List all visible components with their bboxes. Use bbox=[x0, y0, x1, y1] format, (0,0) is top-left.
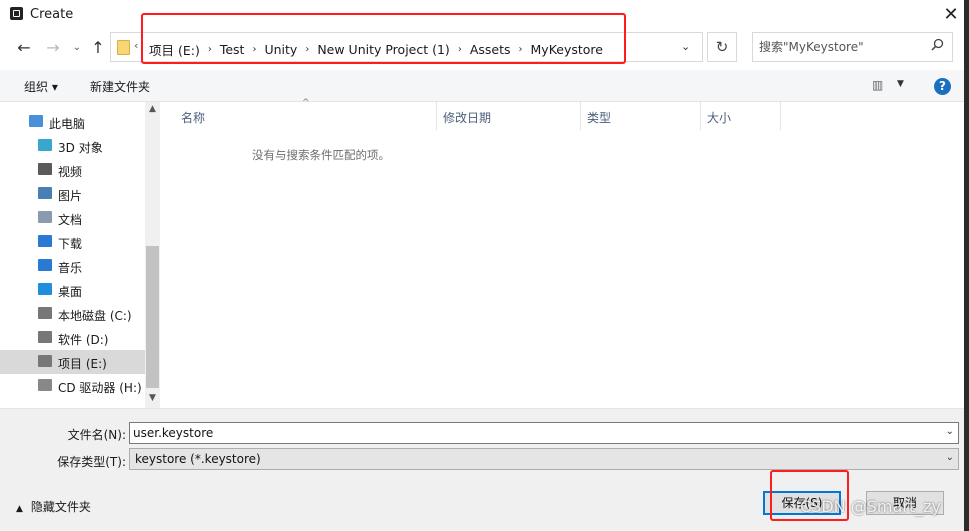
chevron-down-icon[interactable]: ⌄ bbox=[946, 426, 954, 437]
scrollbar-thumb[interactable] bbox=[146, 246, 159, 388]
up-arrow-icon[interactable]: ↑ bbox=[87, 36, 109, 60]
sidebar-item[interactable]: 图片 bbox=[0, 182, 145, 206]
filename-combobox[interactable]: ⌄ bbox=[129, 422, 959, 444]
recent-locations-chevron-icon[interactable]: ⌄ bbox=[66, 36, 88, 60]
sidebar-item[interactable]: 文档 bbox=[0, 206, 145, 230]
file-list[interactable]: 名称 修改日期 类型 大小 没有与搜索条件匹配的项。 bbox=[161, 102, 964, 408]
sidebar-item-label: 文档 bbox=[58, 213, 83, 227]
drive-c-icon bbox=[38, 307, 52, 319]
unity-app-icon bbox=[10, 7, 23, 20]
sidebar-item-label: 音乐 bbox=[58, 261, 83, 275]
close-icon[interactable]: ✕ bbox=[938, 2, 964, 28]
filetype-value: keystore (*.keystore) bbox=[135, 452, 261, 466]
save-file-dialog: Create ✕ ← → ⌄ ↑ ‹ 项目 (E:) › Test › Unity › Ne… bbox=[0, 0, 964, 531]
sidebar-item-label: 本地磁盘 (C:) bbox=[58, 309, 132, 323]
chevron-down-icon[interactable]: ⌄ bbox=[681, 40, 690, 53]
chevron-left-icon[interactable]: ‹ bbox=[134, 39, 138, 52]
sort-ascending-icon: ^ bbox=[302, 98, 310, 108]
sidebar-item-label: CD 驱动器 (H:) bbox=[58, 381, 142, 395]
filetype-select[interactable]: keystore (*.keystore) ⌄ bbox=[129, 448, 959, 470]
scroll-up-icon[interactable]: ▲ bbox=[145, 104, 160, 118]
column-header-date[interactable]: 修改日期 bbox=[437, 102, 581, 130]
caret-up-icon: ▲ bbox=[16, 504, 23, 514]
sidebar-item-label: 视频 bbox=[58, 165, 83, 179]
sidebar-item-label: 此电脑 bbox=[49, 117, 86, 131]
search-input[interactable] bbox=[759, 38, 924, 56]
filetype-label: 保存类型(T): bbox=[57, 455, 126, 469]
computer-icon bbox=[29, 115, 43, 127]
window-title: Create bbox=[30, 7, 74, 22]
empty-list-message: 没有与搜索条件匹配的项。 bbox=[252, 148, 390, 162]
sidebar-item[interactable]: 项目 (E:) bbox=[0, 350, 145, 374]
music-icon bbox=[38, 259, 52, 271]
filename-label: 文件名(N): bbox=[67, 428, 126, 442]
sidebar-item-label: 软件 (D:) bbox=[58, 333, 109, 347]
hide-folders-toggle[interactable]: ▲ 隐藏文件夹 bbox=[16, 498, 91, 515]
search-box[interactable] bbox=[752, 32, 953, 62]
command-toolbar: 组织 ▾ 新建文件夹 ▥ ▼ ? bbox=[0, 70, 964, 102]
picture-icon bbox=[38, 187, 52, 199]
sidebar-item[interactable]: 软件 (D:) bbox=[0, 326, 145, 350]
hide-folders-label: 隐藏文件夹 bbox=[30, 500, 91, 514]
sidebar-item[interactable]: 下载 bbox=[0, 230, 145, 254]
film-icon bbox=[38, 163, 52, 175]
back-arrow-icon[interactable]: ← bbox=[13, 36, 35, 60]
sidebar-item-label: 项目 (E:) bbox=[58, 357, 107, 371]
drive-icon bbox=[38, 331, 52, 343]
cd-drive-icon bbox=[38, 379, 52, 391]
search-icon[interactable] bbox=[931, 38, 944, 55]
sidebar-item[interactable]: 此电脑 bbox=[0, 110, 145, 134]
folder-icon bbox=[117, 40, 130, 55]
sidebar-item-label: 下载 bbox=[58, 237, 83, 251]
background-window-edge bbox=[964, 0, 969, 531]
address-highlight-box bbox=[141, 13, 626, 64]
new-folder-button[interactable]: 新建文件夹 bbox=[90, 78, 150, 95]
drive-icon bbox=[38, 355, 52, 367]
sidebar-item[interactable]: 音乐 bbox=[0, 254, 145, 278]
organize-menu-button[interactable]: 组织 ▾ bbox=[24, 78, 58, 95]
sidebar-item[interactable]: 本地磁盘 (C:) bbox=[0, 302, 145, 326]
view-options-icon[interactable]: ▥ bbox=[872, 78, 883, 92]
download-icon bbox=[38, 235, 52, 247]
help-icon[interactable]: ? bbox=[934, 78, 951, 95]
desktop-icon bbox=[38, 283, 52, 295]
forward-arrow-icon[interactable]: → bbox=[42, 36, 64, 60]
column-header-type[interactable]: 类型 bbox=[581, 102, 701, 130]
scroll-down-icon[interactable]: ▼ bbox=[145, 393, 160, 407]
refresh-icon[interactable]: ↻ bbox=[707, 32, 737, 62]
chevron-down-icon[interactable]: ⌄ bbox=[946, 452, 954, 463]
sidebar-item[interactable]: 桌面 bbox=[0, 278, 145, 302]
sidebar-item-label: 图片 bbox=[58, 189, 83, 203]
document-icon bbox=[38, 211, 52, 223]
column-header-size[interactable]: 大小 bbox=[701, 102, 781, 130]
view-dropdown-icon[interactable]: ▼ bbox=[897, 79, 904, 89]
watermark: CSDN @Smart_zy bbox=[800, 497, 941, 516]
filename-input[interactable] bbox=[133, 425, 933, 441]
sidebar-item[interactable]: CD 驱动器 (H:) bbox=[0, 374, 145, 398]
sidebar-item-label: 桌面 bbox=[58, 285, 83, 299]
